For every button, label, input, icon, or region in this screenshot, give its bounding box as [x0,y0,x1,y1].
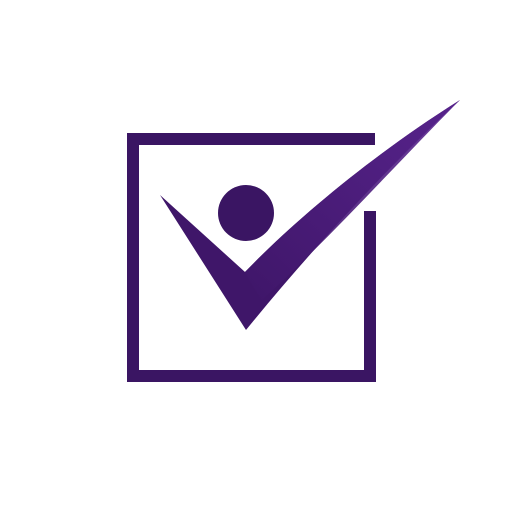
checkbox-person-check-icon [127,100,460,382]
person-head [218,185,274,241]
checkbox-frame [127,133,376,382]
check-mark-highlight [245,100,460,300]
logo-canvas [0,0,512,512]
